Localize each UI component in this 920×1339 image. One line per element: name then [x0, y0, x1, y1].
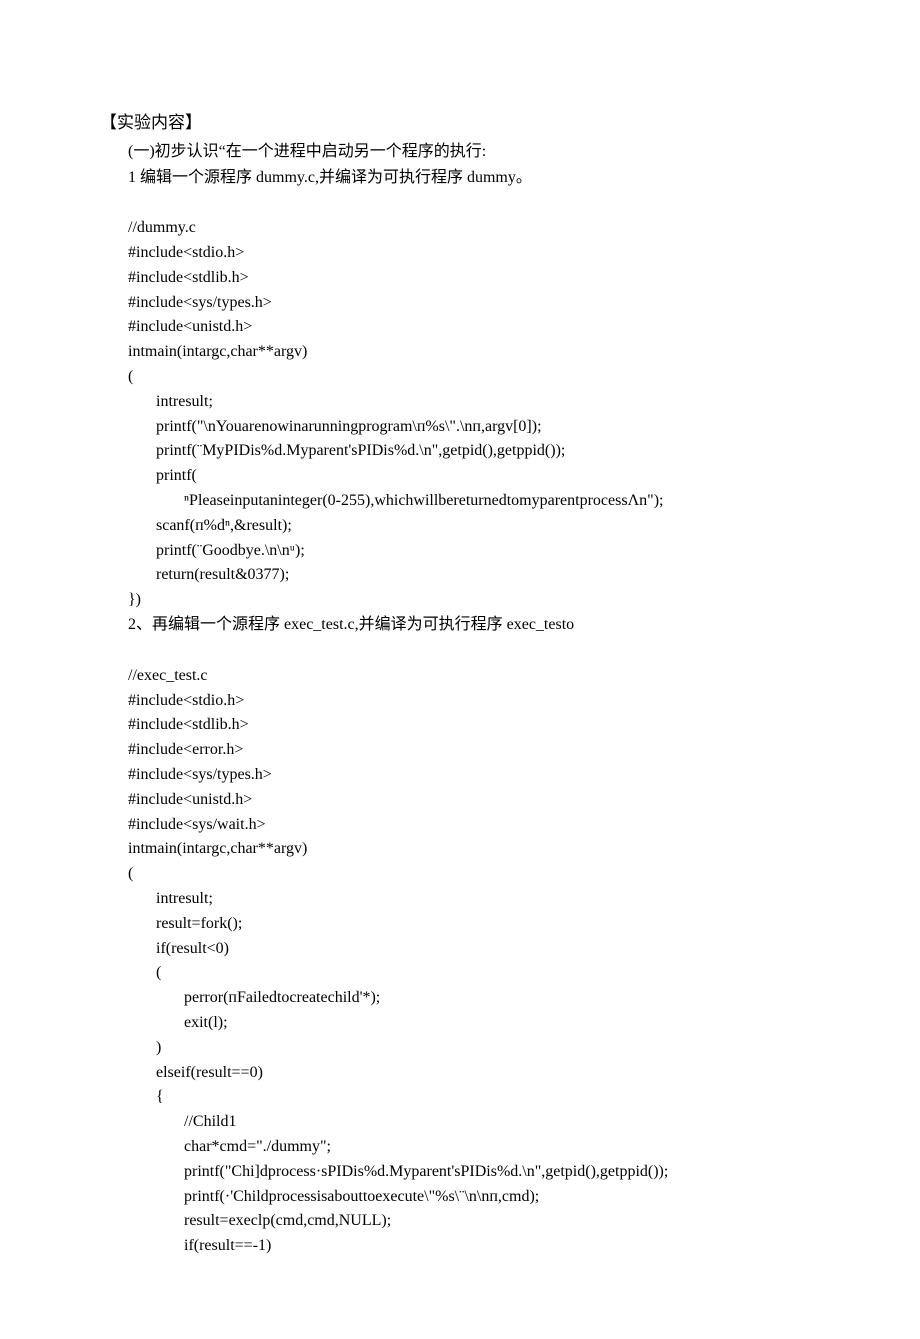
- code-block-2: //exec_test.c #include<stdio.h> #include…: [128, 639, 820, 1259]
- code-block-1: //dummy.c #include<stdio.h> #include<std…: [128, 192, 820, 614]
- code-line: intmain(intargc,char**argv): [128, 343, 307, 360]
- step-1-text: 1 编辑一个源程序 dummy.c,并编译为可执行程序 dummy。: [128, 166, 820, 190]
- code-line: //Child1: [128, 1113, 236, 1130]
- section-1-title: (一)初步认识“在一个进程中启动另一个程序的执行:: [128, 140, 820, 164]
- code-line: if(result==-1): [128, 1237, 271, 1254]
- code-line: ⁿPleaseinputaninteger(0-255),whichwillbe…: [128, 492, 663, 509]
- code-line: result=execlp(cmd,cmd,NULL);: [128, 1212, 391, 1229]
- code-line: scanf(ᴨ%dⁿ,&result);: [128, 517, 292, 534]
- code-line: perror(ᴨFailedtocreatechild'*);: [128, 989, 380, 1006]
- code-line: printf(¨MyPIDis%d.Myparent'sPIDis%d.\n",…: [128, 442, 565, 459]
- code-line: #include<sys/wait.h>: [128, 816, 266, 833]
- code-line: //dummy.c: [128, 219, 196, 236]
- code-line: (: [128, 368, 133, 385]
- code-line: exit(l);: [128, 1014, 228, 1031]
- code-line: intmain(intargc,char**argv): [128, 840, 307, 857]
- code-line: //exec_test.c: [128, 667, 208, 684]
- step-2-text: 2、再编辑一个源程序 exec_test.c,并编译为可执行程序 exec_te…: [128, 613, 820, 637]
- code-line: printf(·'Childprocessisabouttoexecute\"%…: [128, 1188, 539, 1205]
- code-line: #include<stdio.h>: [128, 692, 244, 709]
- code-line: #include<error.h>: [128, 741, 243, 758]
- code-line: printf(: [128, 467, 197, 484]
- code-line: char*cmd="./dummy";: [128, 1138, 331, 1155]
- code-line: }): [128, 591, 141, 608]
- code-line: (: [128, 964, 161, 981]
- code-line: (: [128, 865, 133, 882]
- code-line: #include<stdlib.h>: [128, 269, 249, 286]
- code-line: printf("Chi]dprocess·sPIDis%d.Myparent's…: [128, 1163, 668, 1180]
- code-line: intresult;: [128, 393, 213, 410]
- experiment-content-heading: 【实验内容】: [100, 110, 820, 136]
- code-line: #include<sys/types.h>: [128, 766, 272, 783]
- code-line: #include<unistd.h>: [128, 318, 252, 335]
- document-page: 【实验内容】 (一)初步认识“在一个进程中启动另一个程序的执行: 1 编辑一个源…: [0, 0, 920, 1339]
- code-line: return(result&0377);: [128, 566, 289, 583]
- code-line: if(result<0): [128, 940, 229, 957]
- code-line: printf(¨Goodbye.\n\nᵘ);: [128, 542, 305, 559]
- code-line: elseif(result==0): [128, 1064, 263, 1081]
- code-line: #include<unistd.h>: [128, 791, 252, 808]
- code-line: #include<sys/types.h>: [128, 294, 272, 311]
- code-line: result=fork();: [128, 915, 242, 932]
- code-line: ): [128, 1039, 161, 1056]
- code-line: #include<stdio.h>: [128, 244, 244, 261]
- code-line: printf("\nYouarenowinarunningprogram\ᴨ%s…: [128, 418, 542, 435]
- code-line: intresult;: [128, 890, 213, 907]
- code-line: {: [128, 1088, 164, 1105]
- code-line: #include<stdlib.h>: [128, 716, 249, 733]
